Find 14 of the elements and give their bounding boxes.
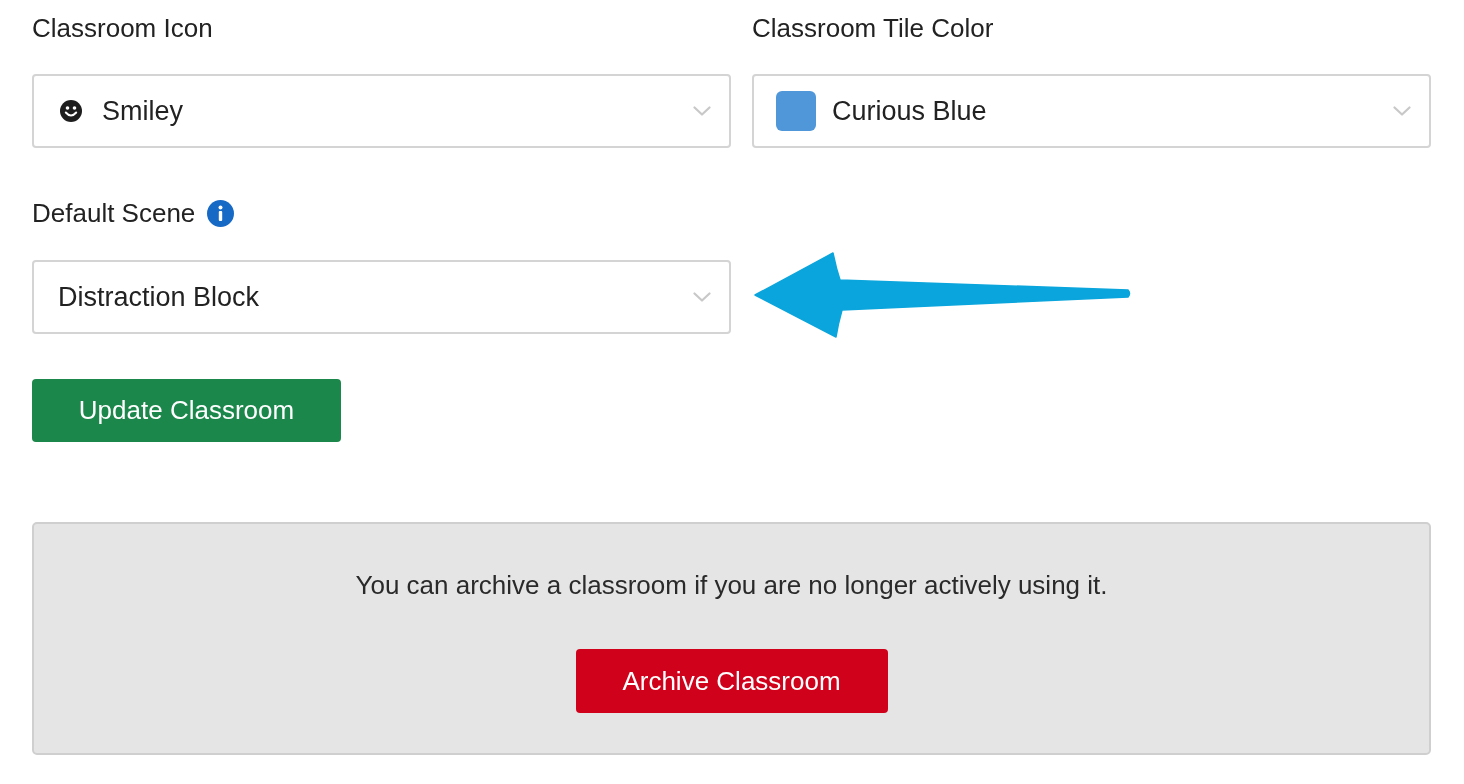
update-button[interactable]: Update Classroom [32, 379, 341, 442]
dropdown-select[interactable]: Distraction Block [32, 260, 731, 334]
archive-message: You can archive a classroom if you are no longer actively using it. [355, 569, 1108, 601]
smiley-face-icon [60, 100, 82, 122]
chevron-down-icon [1393, 106, 1411, 116]
dropdown-select[interactable]: Curious Blue [752, 74, 1431, 148]
dropdown-select[interactable]: Smiley [32, 74, 731, 148]
field-label: Classroom Tile Color [752, 12, 994, 44]
info-icon [207, 199, 235, 227]
field-label: Classroom Icon [32, 12, 213, 44]
chevron-down-icon [693, 106, 711, 116]
field-label: Default Scene [32, 197, 196, 229]
chevron-down-icon [693, 292, 711, 302]
archive-button[interactable]: Archive Classroom [575, 649, 888, 713]
